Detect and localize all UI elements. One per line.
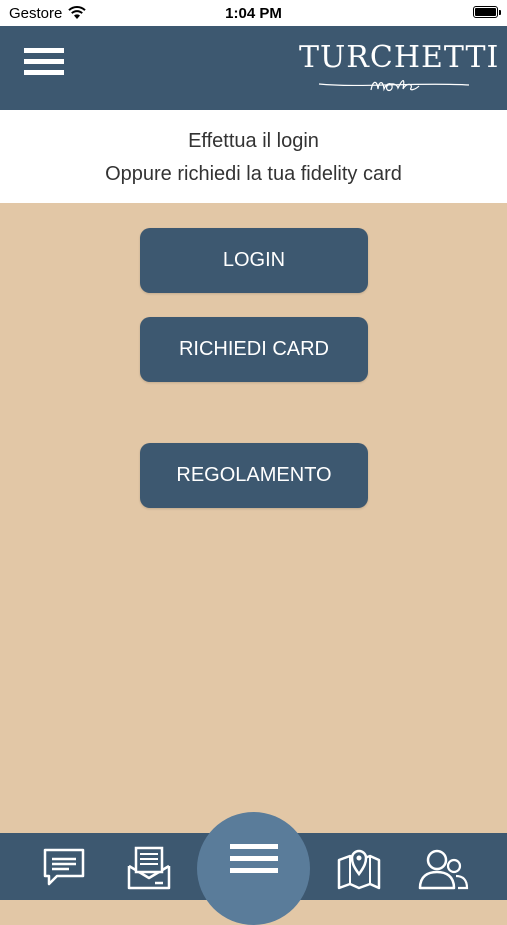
logo-title: TURCHETTI <box>299 40 500 75</box>
menu-icon <box>230 844 278 880</box>
rules-button[interactable]: REGOLAMENTO <box>140 443 368 508</box>
status-bar: Gestore 1:04 PM <box>0 0 507 26</box>
login-prompt: Effettua il login Oppure richiedi la tua… <box>0 110 507 203</box>
login-button[interactable]: LOGIN <box>140 228 368 293</box>
battery-cap <box>499 10 501 15</box>
main-menu-button[interactable] <box>197 812 310 925</box>
users-icon[interactable] <box>418 846 470 890</box>
chat-icon[interactable] <box>41 846 87 888</box>
brand-logo: TURCHETTI <box>299 40 500 96</box>
mail-icon[interactable] <box>125 846 173 892</box>
clock: 1:04 PM <box>225 5 282 22</box>
login-prompt-title: Effettua il login <box>188 130 319 152</box>
battery-icon <box>473 6 498 18</box>
hamburger-menu-button[interactable] <box>24 48 64 80</box>
logo-script-mark <box>318 80 470 92</box>
request-card-button[interactable]: RICHIEDI CARD <box>140 317 368 382</box>
login-prompt-subtitle: Oppure richiedi la tua fidelity card <box>105 163 402 185</box>
nav-bar: TURCHETTI <box>0 26 507 110</box>
map-icon[interactable] <box>336 846 382 890</box>
